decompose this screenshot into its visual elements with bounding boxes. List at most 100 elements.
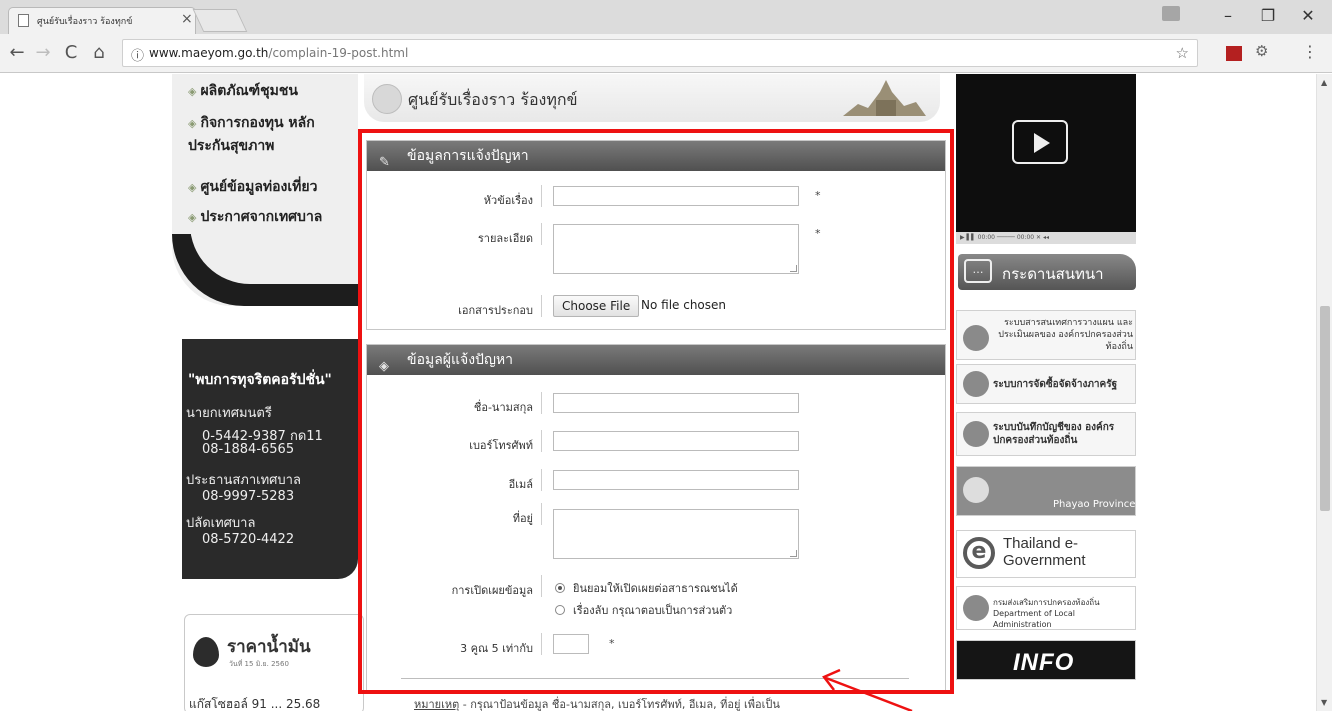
oil-price-title: ราคาน้ำมัน — [227, 637, 311, 657]
bookmark-star-icon[interactable]: ☆ — [1176, 44, 1189, 62]
pdf-extension-icon[interactable] — [1226, 46, 1242, 61]
section-divider — [401, 678, 909, 679]
name-input[interactable] — [553, 393, 799, 413]
garuda-emblem-icon — [963, 371, 989, 397]
banner-label: Thailand e-Government — [1003, 535, 1086, 569]
menu-item-announcements[interactable]: ◈ ประกาศจากเทศบาล — [188, 206, 356, 229]
section-header: ◈ ข้อมูลผู้แจ้งปัญหา — [367, 345, 945, 375]
page-icon — [18, 14, 29, 27]
contact-headline: "พบการทุจริตคอรัปชั่น" — [188, 372, 332, 388]
menu-item-community-products[interactable]: ◈ ผลิตภัณฑ์ชุมชน — [188, 80, 356, 103]
menu-item-tourism[interactable]: ◈ ศูนย์ข้อมูลท่องเที่ยว — [188, 176, 356, 199]
left-sidebar: ◈ ผลิตภัณฑ์ชุมชน ◈ กิจการกองทุน หลักประกัน… — [172, 74, 364, 711]
back-button[interactable]: ← — [6, 42, 28, 63]
oil-drop-icon — [193, 637, 219, 667]
subject-input[interactable] — [553, 186, 799, 206]
reload-button[interactable]: C — [60, 42, 82, 63]
address-bar[interactable]: ⓘ www.maeyom.go.th/complain-19-post.html… — [122, 39, 1198, 67]
contact-phone: 08-9997-5283 — [202, 489, 295, 504]
side-menu: ◈ ผลิตภัณฑ์ชุมชน ◈ กิจการกองทุน หลักประกัน… — [172, 74, 358, 306]
email-input[interactable] — [553, 470, 799, 490]
banner-label: ระบบการจัดซื้อจัดจ้างภาครัฐ — [993, 379, 1118, 390]
main-content: ศูนย์รับเรื่องราว ร้องทุกข์ ✎ ข้อมูลการแ… — [356, 74, 948, 711]
radio-selected-icon[interactable] — [555, 583, 565, 593]
url-host: www.maeyom.go.th — [149, 46, 269, 60]
menu-item-label: ประกาศจากเทศบาล — [200, 209, 323, 225]
close-window-button[interactable]: ✕ — [1294, 6, 1322, 25]
oil-price-date: วันที่ 15 มิ.ย. 2560 — [229, 660, 289, 668]
corruption-contact-panel: "พบการทุจริตคอรัปชั่น" นายกเทศมนตรี 0-54… — [182, 339, 358, 579]
page-title: ศูนย์รับเรื่องราว ร้องทุกข์ — [408, 90, 578, 109]
required-mark: * — [609, 637, 615, 650]
radio-label: ยินยอมให้เปิดเผยต่อสาธารณชนได้ — [573, 582, 738, 595]
field-separator — [541, 469, 542, 491]
vertical-scrollbar[interactable]: ▲ ▼ — [1316, 74, 1332, 711]
address-label: ที่อยู่ — [512, 512, 533, 525]
radio-unselected-icon[interactable] — [555, 605, 565, 615]
detail-label: รายละเอียด — [477, 232, 533, 245]
field-separator — [541, 633, 542, 655]
discussion-board-link[interactable]: … กระดานสนทนา — [958, 254, 1136, 290]
profile-icon[interactable] — [1162, 6, 1180, 21]
browser-tab[interactable]: ศูนย์รับเรื่องราว ร้องทุกข์ × — [8, 7, 196, 34]
contact-line: นายกเทศมนตรี — [186, 406, 272, 421]
right-sidebar: ▶ ▌▌ 00:00 ───── 00:00 ✕ ◂◂ … กระดานสนทน… — [956, 74, 1136, 711]
video-player[interactable] — [956, 74, 1136, 232]
scroll-thumb[interactable] — [1320, 306, 1330, 511]
video-controls[interactable]: ▶ ▌▌ 00:00 ───── 00:00 ✕ ◂◂ — [956, 232, 1136, 244]
extension-gear-icon[interactable]: ⚙ — [1255, 42, 1271, 60]
banner-planning-system[interactable]: ระบบสารสนเทศการวางแผน และประเมินผลของ อง… — [956, 310, 1136, 360]
scroll-up-arrow-icon[interactable]: ▲ — [1321, 78, 1327, 87]
disclosure-option-public[interactable]: ยินยอมให้เปิดเผยต่อสาธารณชนได้ — [555, 579, 738, 597]
file-status-text: No file chosen — [641, 298, 727, 312]
detail-textarea[interactable] — [553, 224, 799, 274]
banner-egov[interactable]: e Thailand e-Government — [956, 530, 1136, 578]
radio-label: เรื่องลับ กรุณาตอบเป็นการส่วนตัว — [573, 604, 733, 617]
board-title: กระดานสนทนา — [1002, 265, 1104, 283]
planning-logo-icon — [963, 325, 989, 351]
banner-procurement[interactable]: ระบบการจัดซื้อจัดจ้างภาครัฐ — [956, 364, 1136, 404]
diamond-bullet-icon: ◈ — [188, 181, 197, 194]
captcha-input[interactable] — [553, 634, 589, 654]
form-note: หมายเหตุ - กรุณาป้อนข้อมูล ชื่อ-นามสกุล,… — [414, 695, 780, 711]
disclosure-option-private[interactable]: เรื่องลับ กรุณาตอบเป็นการส่วนตัว — [555, 601, 732, 619]
play-icon[interactable] — [1012, 120, 1068, 164]
banner-info[interactable]: INFO — [956, 640, 1136, 680]
menu-item-health-fund[interactable]: ◈ กิจการกองทุน หลักประกันสุขภาพ — [188, 112, 328, 157]
section-title: ข้อมูลผู้แจ้งปัญหา — [407, 352, 513, 368]
field-separator — [541, 392, 542, 414]
menu-item-label: ผลิตภัณฑ์ชุมชน — [200, 83, 298, 99]
url-path: /complain-19-post.html — [268, 46, 409, 60]
field-separator — [541, 503, 542, 525]
contact-phone: 08-5720-4422 — [202, 532, 295, 547]
diamond-bullet-icon: ◈ — [188, 117, 197, 130]
scroll-down-arrow-icon[interactable]: ▼ — [1321, 698, 1327, 707]
home-button[interactable]: ⌂ — [88, 42, 110, 63]
banner-accounting[interactable]: ระบบบันทึกบัญชีของ องค์กรปกครองส่วนท้องถ… — [956, 412, 1136, 456]
note-label: หมายเหตุ — [414, 698, 460, 711]
address-textarea[interactable] — [553, 509, 799, 559]
banner-emblem-icon — [372, 84, 402, 114]
maximize-button[interactable]: ❐ — [1254, 6, 1282, 25]
minimize-button[interactable]: – — [1214, 6, 1242, 25]
required-mark: * — [815, 227, 821, 240]
banner-label: กรมส่งเสริมการปกครองท้องถิ่น Department … — [993, 598, 1100, 629]
note-text: - กรุณาป้อนข้อมูล ชื่อ-นามสกุล, เบอร์โทร… — [459, 698, 780, 711]
close-tab-icon[interactable]: × — [181, 11, 193, 27]
accounting-logo-icon — [963, 421, 989, 447]
email-label: อีเมล์ — [508, 478, 533, 491]
egov-e-icon: e — [963, 537, 995, 569]
banner-local-admin[interactable]: กรมส่งเสริมการปกครองท้องถิ่น Department … — [956, 586, 1136, 630]
field-separator — [541, 430, 542, 452]
field-separator — [541, 223, 542, 245]
choose-file-button[interactable]: Choose File — [553, 295, 640, 317]
section-header: ✎ ข้อมูลการแจ้งปัญหา — [367, 141, 945, 171]
menu-item-label: กิจการกองทุน หลักประกันสุขภาพ — [188, 115, 315, 154]
info-icon[interactable]: ⓘ — [131, 45, 144, 64]
phone-input[interactable] — [553, 431, 799, 451]
forward-button[interactable]: → — [32, 42, 54, 63]
browser-menu-icon[interactable]: ⋮ — [1302, 42, 1318, 61]
banner-phayao-province[interactable]: Phayao Province — [956, 466, 1136, 516]
new-tab-button[interactable] — [192, 9, 248, 32]
chat-bubble-icon: … — [964, 259, 992, 283]
